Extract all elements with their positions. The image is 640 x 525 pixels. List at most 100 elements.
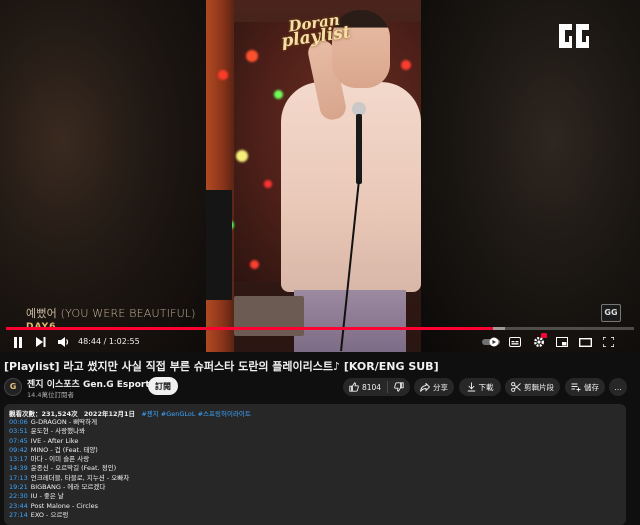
track-timestamp-link[interactable]: 27:14 — [9, 511, 28, 519]
track-timestamp-link[interactable]: 00:06 — [9, 418, 28, 426]
pause-button[interactable] — [10, 334, 26, 350]
download-button[interactable]: 下載 — [459, 378, 501, 396]
track-song: IU - 좋은 날 — [30, 492, 64, 501]
track-timestamp-link[interactable]: 22:30 — [9, 492, 28, 500]
disco-light — [250, 260, 259, 269]
more-actions-icon: … — [614, 382, 622, 392]
view-count: 觀看次數：231,524次 — [9, 410, 78, 418]
playlist-add-icon — [571, 383, 581, 391]
theater-icon — [578, 337, 592, 347]
track-song: BIGBANG - 에라 모르겠다 — [30, 483, 106, 492]
track-item: 22:30 IU - 좋은 날 — [9, 492, 621, 501]
track-item: 09:42 MINO - 겁 (Feat. 태양) — [9, 446, 621, 455]
track-song: G-DRAGON - 삐딱하게 — [30, 418, 98, 426]
hashtags[interactable]: #젠지 #GenGLoL #스프링허이라이트 — [141, 410, 251, 418]
track-song: IVE - After Like — [30, 436, 79, 445]
track-item: 27:14 EXO - 으르렁 — [9, 511, 621, 520]
captions-button[interactable] — [507, 334, 523, 350]
track-item: 03:51 윤도현 - 사랑했나봐 — [9, 427, 621, 436]
disco-light — [401, 60, 411, 70]
autoplay-toggle[interactable] — [480, 334, 502, 350]
track-item: 14:39 윤종신 - 오르막길 (Feat. 정인) — [9, 464, 621, 473]
clip-label: 剪輯片段 — [524, 382, 554, 392]
amplifier — [234, 296, 304, 336]
video-title: [Playlist] 라고 썼지만 사실 직접 부른 슈퍼스타 도란의 플레이리… — [4, 360, 439, 373]
save-label: 儲存 — [584, 382, 599, 392]
hd-badge-icon — [541, 333, 547, 338]
disco-light — [274, 90, 283, 99]
like-dislike-group: 8104 — [343, 378, 410, 396]
disco-light — [264, 180, 272, 188]
track-timestamp-link[interactable]: 14:39 — [9, 464, 28, 472]
download-label: 下載 — [478, 382, 494, 392]
disco-light — [246, 50, 258, 62]
like-count: 8104 — [361, 382, 382, 392]
track-song: 언크레더블, 타블로, 지누션 - 오빠차 — [30, 473, 130, 482]
track-song: Post Malone - Circles — [30, 501, 99, 510]
track-timestamp-link[interactable]: 07:45 — [9, 437, 28, 445]
track-timestamp-link[interactable]: 03:51 — [9, 427, 28, 435]
video-frame — [206, 0, 421, 352]
track-song: 윤도현 - 사랑했나봐 — [30, 427, 86, 436]
track-item: 00:06 G-DRAGON - 삐딱하게 — [9, 418, 621, 427]
player-controls: 48:44 / 1:02:55 — [0, 332, 640, 352]
more-actions-button[interactable]: … — [609, 378, 627, 396]
upload-date: 2022年12月1日 — [83, 410, 136, 418]
disco-light — [218, 70, 228, 80]
volume-button[interactable] — [55, 334, 71, 350]
fullscreen-button[interactable] — [600, 334, 616, 350]
next-icon — [36, 337, 46, 347]
page-scrollbar[interactable] — [632, 352, 640, 525]
channel-watermark[interactable]: GG — [601, 304, 621, 322]
progress-fill — [6, 327, 493, 330]
subscriber-count: 14.4萬位訂閱者 — [27, 391, 74, 399]
disco-light — [236, 150, 248, 162]
track-timestamp-link[interactable]: 17:13 — [9, 474, 28, 482]
microphone-handle — [356, 114, 362, 184]
tracklist: 00:06 G-DRAGON - 삐딱하게 03:51 윤도현 - 사랑했나봐 07:4… — [9, 418, 621, 520]
track-item: 07:45 IVE - After Like — [9, 437, 621, 446]
pause-icon — [14, 336, 22, 348]
fullscreen-icon — [602, 337, 614, 347]
video-player[interactable]: Doran playlist 예뻤어 (YOU WERE BEAUTIFUL) … — [0, 0, 640, 352]
track-item: 17:13 언크레더블, 타블로, 지누션 - 오빠차 — [9, 474, 621, 483]
miniplayer-button[interactable] — [554, 334, 570, 350]
thumbs-up-icon — [349, 382, 359, 392]
geng-logo-icon — [559, 24, 589, 48]
track-timestamp-link[interactable]: 23:44 — [9, 502, 28, 510]
clip-button[interactable]: 剪輯片段 — [505, 378, 560, 396]
scissors-icon — [511, 382, 521, 392]
description-box[interactable]: 觀看次數：231,524次 2022年12月1日 #젠지 #GenGLoL #스… — [4, 404, 626, 525]
save-button[interactable]: 儲存 — [565, 378, 605, 396]
track-song: EXO - 으르렁 — [30, 510, 69, 519]
share-label: 分享 — [433, 382, 448, 392]
download-icon — [467, 382, 475, 392]
miniplayer-icon — [556, 337, 568, 347]
subscribe-button[interactable]: 訂閱 — [148, 377, 178, 395]
next-button[interactable] — [33, 334, 49, 350]
captions-icon — [509, 337, 521, 347]
track-song: 마다 - 이미 슬픈 사랑 — [30, 455, 90, 464]
autoplay-toggle-icon — [482, 337, 500, 347]
volume-icon — [57, 337, 68, 347]
dislike-button[interactable] — [388, 378, 410, 396]
speaker — [206, 190, 232, 300]
description-meta: 觀看次數：231,524次 2022年12月1日 #젠지 #GenGLoL #스… — [9, 408, 621, 418]
lyric-caption: 예뻤어 (YOU WERE BEAUTIFUL) — [26, 307, 196, 320]
share-icon — [420, 382, 430, 392]
track-timestamp-link[interactable]: 19:21 — [9, 483, 28, 491]
thumbs-down-icon — [394, 382, 404, 392]
settings-button[interactable] — [530, 333, 548, 350]
channel-actions-row: G 젠지 이스포츠 Gen.G Esports 14.4萬位訂閱者 訂閱 810… — [0, 374, 640, 400]
progress-bar[interactable] — [6, 327, 634, 330]
channel-avatar[interactable]: G — [4, 378, 22, 396]
share-button[interactable]: 分享 — [414, 378, 454, 396]
track-timestamp-link[interactable]: 13:17 — [9, 455, 28, 463]
track-timestamp-link[interactable]: 09:42 — [9, 446, 28, 454]
theater-button[interactable] — [577, 334, 593, 350]
like-button[interactable]: 8104 — [343, 378, 387, 396]
video-blurred-left — [0, 0, 206, 352]
video-blurred-right — [421, 0, 640, 352]
track-item: 23:44 Post Malone - Circles — [9, 502, 621, 511]
track-song: MINO - 겁 (Feat. 태양) — [30, 445, 98, 454]
